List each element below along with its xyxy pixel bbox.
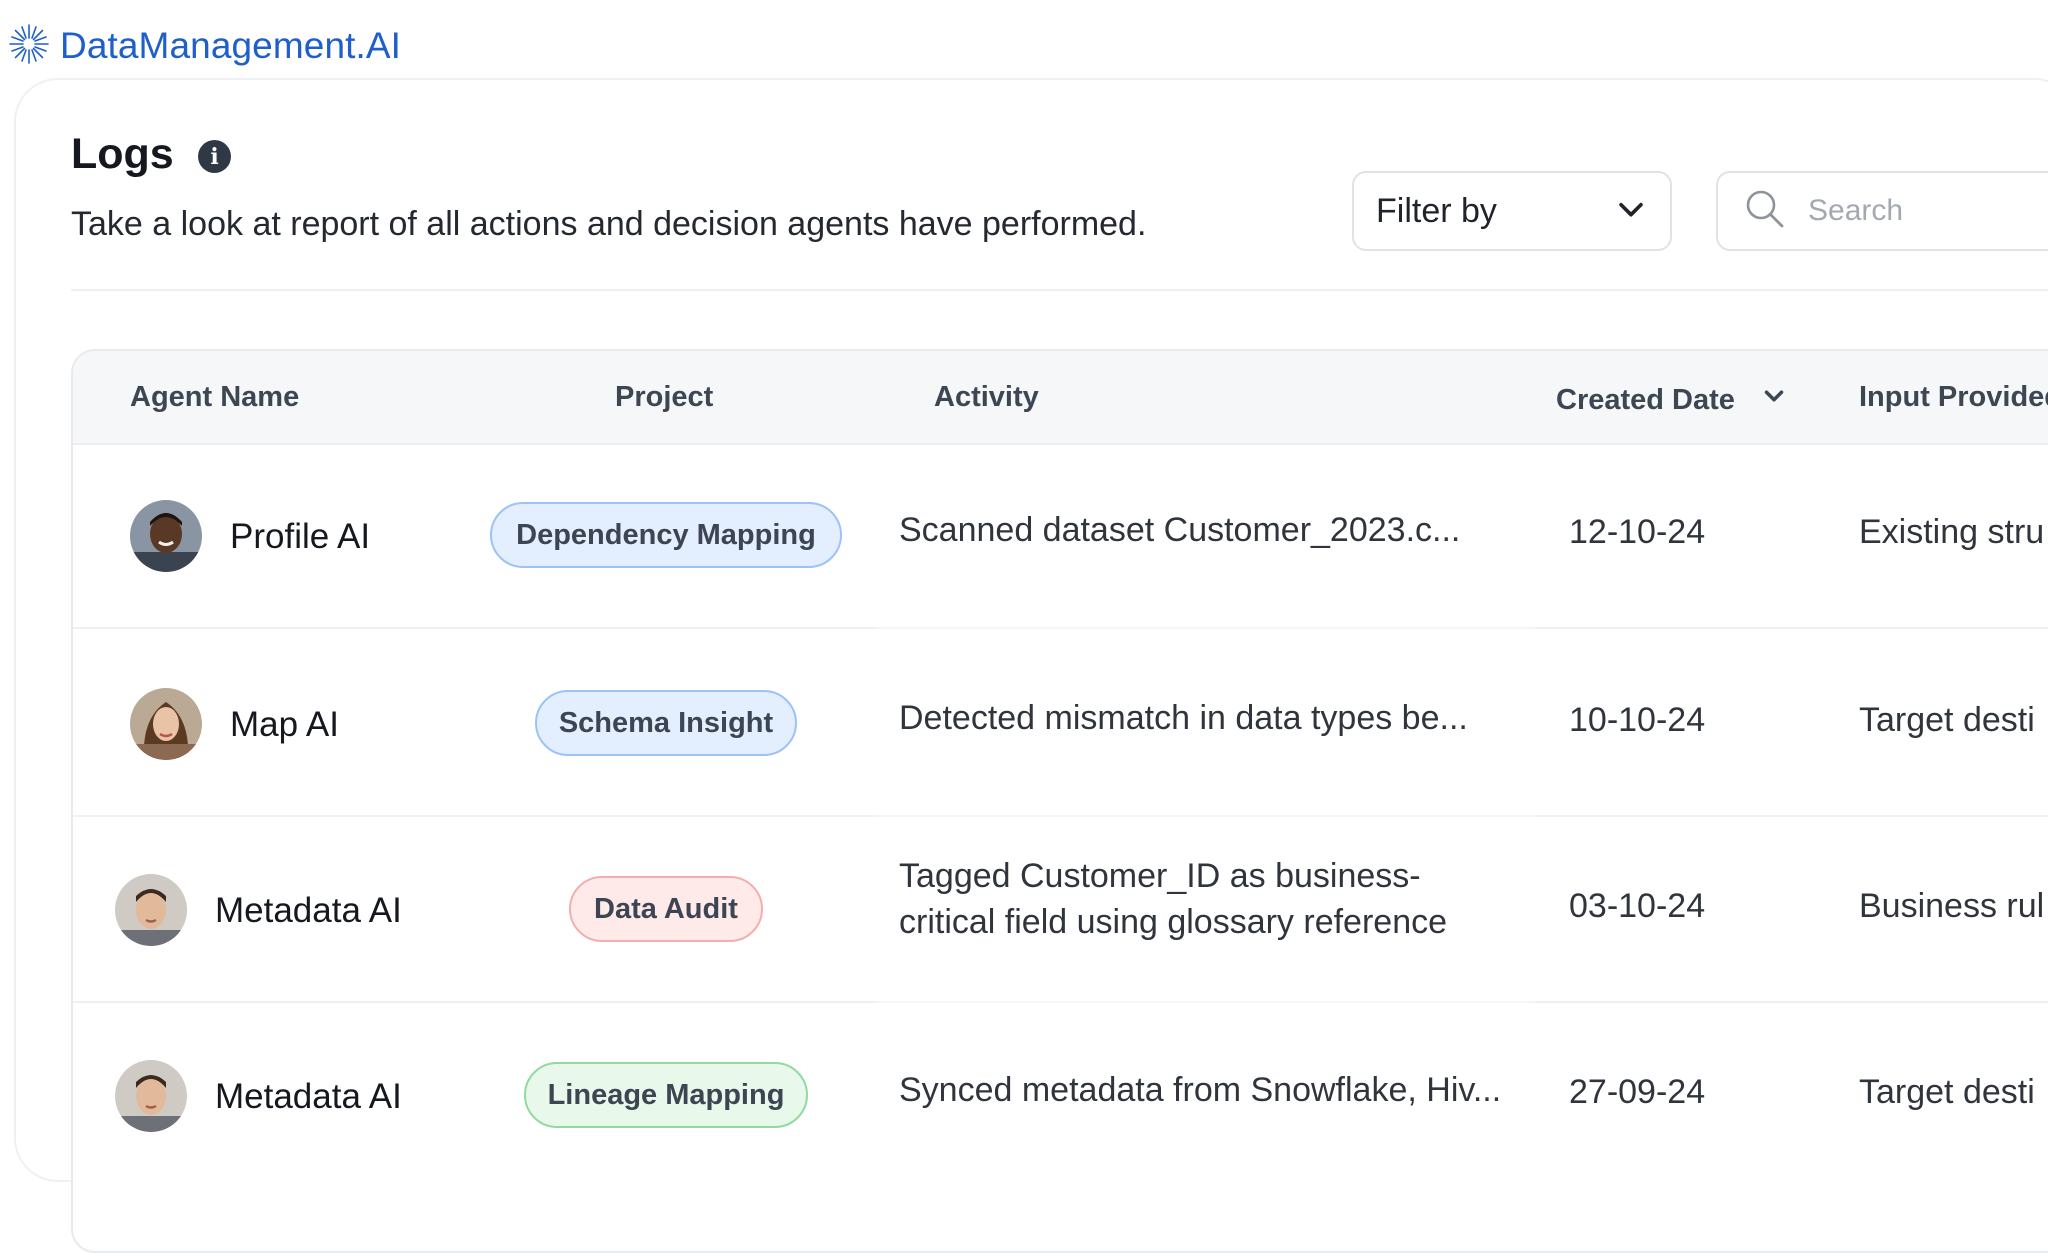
input-provided: Business rul — [1859, 887, 2045, 925]
brand-logo[interactable]: DataManagement.AI — [6, 20, 401, 72]
search-icon — [1742, 186, 1788, 237]
input-provided: Target desti — [1859, 1073, 2035, 1111]
column-header-project: Project — [615, 381, 714, 413]
column-header-created-date[interactable]: Created Date — [1556, 381, 1789, 419]
logs-table: Agent Name Project Activity Created Date… — [71, 349, 2048, 1253]
header-divider — [71, 289, 2048, 291]
filter-dropdown[interactable]: Filter by — [1352, 171, 1672, 251]
activity-text: Synced metadata from Snowflake, Hiv... — [899, 1071, 1502, 1109]
search-box[interactable] — [1716, 171, 2048, 251]
brand-name: DataManagement.AI — [60, 25, 402, 66]
page-title: Logs — [71, 130, 174, 178]
project-badge[interactable]: Schema Insight — [535, 690, 797, 756]
column-header-input-provided: Input Provided — [1859, 381, 2048, 413]
filter-label: Filter by — [1376, 191, 1497, 230]
project-badge[interactable]: Dependency Mapping — [490, 502, 842, 568]
search-input[interactable] — [1806, 193, 2048, 229]
row-divider — [73, 627, 2048, 629]
input-provided: Target desti — [1859, 701, 2035, 739]
table-row[interactable]: Profile AI Dependency Mapping Scanned da… — [73, 443, 2048, 629]
project-badge[interactable]: Lineage Mapping — [524, 1062, 808, 1128]
table-header: Agent Name Project Activity Created Date… — [73, 351, 2048, 445]
project-badge[interactable]: Data Audit — [569, 876, 763, 942]
table-row[interactable]: Map AI Schema Insight Detected mismatch … — [73, 631, 2048, 817]
sparkle-logo-icon — [6, 21, 52, 72]
created-date: 27-09-24 — [1569, 1073, 1706, 1111]
chevron-down-icon — [1614, 192, 1648, 231]
activity-text: Scanned dataset Customer_2023.c... — [899, 511, 1461, 549]
created-date: 03-10-24 — [1569, 887, 1706, 925]
column-header-agent-name: Agent Name — [130, 381, 300, 413]
created-date: 10-10-24 — [1569, 701, 1706, 739]
info-icon[interactable]: i — [198, 140, 231, 173]
column-header-activity: Activity — [934, 381, 1039, 413]
avatar — [130, 688, 202, 760]
table-row[interactable]: Metadata AI Lineage Mapping Synced metad… — [73, 1003, 2048, 1189]
activity-text: Tagged Customer_ID as business-critical … — [899, 857, 1448, 941]
avatar — [130, 500, 202, 572]
activity-text: Detected mismatch in data types be... — [899, 699, 1468, 737]
table-row[interactable]: Metadata AI Data Audit Tagged Customer_I… — [73, 817, 2048, 1003]
page-subtitle: Take a look at report of all actions and… — [71, 205, 1147, 243]
agent-name: Profile AI — [230, 517, 371, 556]
sort-chevron-down-icon[interactable] — [1735, 381, 1789, 419]
agent-name: Metadata AI — [215, 891, 402, 930]
created-date: 12-10-24 — [1569, 513, 1706, 551]
input-provided: Existing stru — [1859, 513, 2045, 551]
agent-name: Metadata AI — [215, 1077, 402, 1116]
agent-name: Map AI — [230, 705, 339, 744]
avatar — [115, 874, 187, 946]
avatar — [115, 1060, 187, 1132]
created-date-label: Created Date — [1556, 383, 1735, 416]
